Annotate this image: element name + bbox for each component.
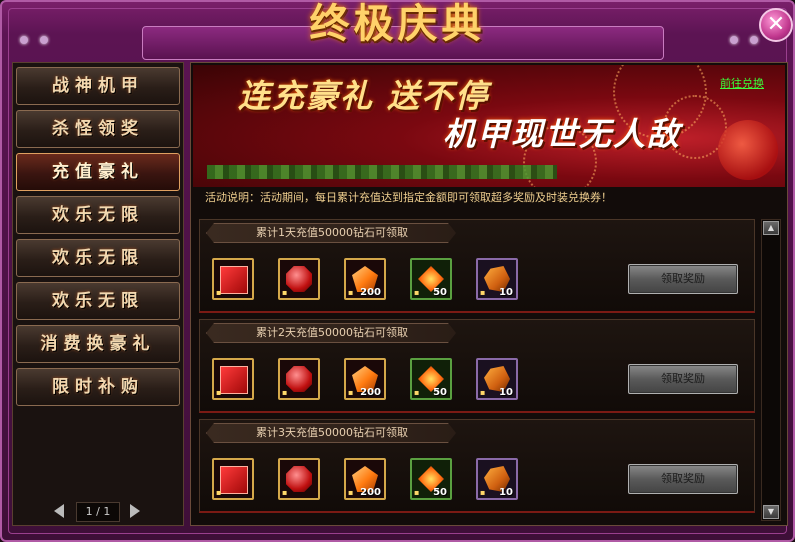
reward-item[interactable]: ▪ 200 bbox=[344, 258, 386, 300]
reward-item[interactable]: ▪ 200 bbox=[344, 358, 386, 400]
lock-icon: ▪ bbox=[480, 388, 486, 397]
sidebar-item-huanle-wuxian-1[interactable]: 欢乐无限 bbox=[16, 196, 180, 234]
scroll-down-icon[interactable]: ▼ bbox=[763, 505, 779, 519]
reward-item[interactable]: ▪ bbox=[278, 458, 320, 500]
reward-row: 累计3天充值50000钻石可领取 ▪ ▪ ▪ 200 ▪ 50 ▪ 10 领取奖励 bbox=[199, 419, 755, 513]
lock-icon: ▪ bbox=[480, 288, 486, 297]
sidebar-item-xianshi-bugou[interactable]: 限时补购 bbox=[16, 368, 180, 406]
lock-icon: ▪ bbox=[282, 288, 288, 297]
lock-icon: ▪ bbox=[282, 488, 288, 497]
sidebar-item-shaguai-lingjiang[interactable]: 杀怪领奖 bbox=[16, 110, 180, 148]
sidebar-item-zhanshen-jijia[interactable]: 战神机甲 bbox=[16, 67, 180, 105]
lock-icon: ▪ bbox=[216, 388, 222, 397]
red-gem-icon bbox=[286, 366, 312, 392]
sidebar-item-huanle-wuxian-3[interactable]: 欢乐无限 bbox=[16, 282, 180, 320]
item-quantity: 50 bbox=[433, 487, 447, 498]
claim-reward-button[interactable]: 领取奖励 bbox=[628, 464, 738, 494]
fashion-coupon-icon bbox=[220, 266, 248, 294]
item-quantity: 50 bbox=[433, 387, 447, 398]
sidebar-item-chongzhi-haoli[interactable]: 充值豪礼 bbox=[16, 153, 180, 191]
reward-item[interactable]: ▪ 50 bbox=[410, 458, 452, 500]
reward-row-header: 累计3天充值50000钻石可领取 bbox=[206, 423, 456, 443]
item-quantity: 200 bbox=[360, 487, 381, 498]
fashion-coupon-icon bbox=[220, 366, 248, 394]
red-gem-icon bbox=[286, 466, 312, 492]
lock-icon: ▪ bbox=[414, 388, 420, 397]
item-quantity: 10 bbox=[499, 287, 513, 298]
sidebar-pager: 1 / 1 bbox=[48, 502, 148, 522]
prev-page-icon[interactable] bbox=[54, 504, 64, 518]
lantern-decoration bbox=[718, 120, 778, 180]
reward-item[interactable]: ▪ bbox=[212, 458, 254, 500]
lock-icon: ▪ bbox=[348, 388, 354, 397]
reward-row: 累计2天充值50000钻石可领取 ▪ ▪ ▪ 200 ▪ 50 ▪ 10 领取奖励 bbox=[199, 319, 755, 413]
reward-item[interactable]: ▪ bbox=[278, 258, 320, 300]
reward-condition: 累计2天充值50000钻石可领取 bbox=[256, 326, 408, 339]
close-button[interactable]: ✕ bbox=[759, 8, 793, 42]
scroll-up-icon[interactable]: ▲ bbox=[763, 221, 779, 235]
lock-icon: ▪ bbox=[348, 288, 354, 297]
fashion-coupon-icon bbox=[220, 466, 248, 494]
reward-list: 累计1天充值50000钻石可领取 ▪ ▪ ▪ 200 ▪ 50 ▪ 10 领取奖励 累… bbox=[199, 219, 755, 519]
lock-icon: ▪ bbox=[348, 488, 354, 497]
lock-icon: ▪ bbox=[216, 288, 222, 297]
item-quantity: 10 bbox=[499, 487, 513, 498]
reward-item[interactable]: ▪ 10 bbox=[476, 258, 518, 300]
event-banner: 连充豪礼 送不停 机甲现世无人敌 前往兑换 bbox=[193, 65, 785, 187]
next-page-icon[interactable] bbox=[130, 504, 140, 518]
reward-item[interactable]: ▪ bbox=[212, 358, 254, 400]
red-gem-icon bbox=[286, 266, 312, 292]
window-title: 终极庆典 bbox=[309, 0, 486, 47]
claim-reward-button[interactable]: 领取奖励 bbox=[628, 364, 738, 394]
item-quantity: 50 bbox=[433, 287, 447, 298]
claim-reward-button[interactable]: 领取奖励 bbox=[628, 264, 738, 294]
reward-item[interactable]: ▪ 50 bbox=[410, 258, 452, 300]
page-indicator: 1 / 1 bbox=[76, 502, 120, 522]
item-quantity: 200 bbox=[360, 387, 381, 398]
lock-icon: ▪ bbox=[414, 488, 420, 497]
reward-item[interactable]: ▪ 10 bbox=[476, 358, 518, 400]
banner-slogan-bottom: 机甲现世无人敌 bbox=[443, 115, 682, 153]
lock-icon: ▪ bbox=[282, 388, 288, 397]
close-icon: ✕ bbox=[766, 12, 786, 37]
event-description: 活动说明：活动期间，每日累计充值达到指定金额即可领取超多奖励及时装兑换券！ bbox=[205, 191, 612, 204]
item-quantity: 10 bbox=[499, 387, 513, 398]
lock-icon: ▪ bbox=[216, 488, 222, 497]
lock-icon: ▪ bbox=[480, 488, 486, 497]
reward-row-header: 累计1天充值50000钻石可领取 bbox=[206, 223, 456, 243]
reward-item[interactable]: ▪ 10 bbox=[476, 458, 518, 500]
reward-item[interactable]: ▪ 200 bbox=[344, 458, 386, 500]
reward-row: 累计1天充值50000钻石可领取 ▪ ▪ ▪ 200 ▪ 50 ▪ 10 领取奖励 bbox=[199, 219, 755, 313]
sidebar: 战神机甲 杀怪领奖 充值豪礼 欢乐无限 欢乐无限 欢乐无限 消费换豪礼 限时补购 bbox=[12, 62, 184, 526]
reward-condition: 累计3天充值50000钻石可领取 bbox=[256, 426, 408, 439]
sidebar-item-huanle-wuxian-2[interactable]: 欢乐无限 bbox=[16, 239, 180, 277]
reward-item[interactable]: ▪ bbox=[278, 358, 320, 400]
reward-item[interactable]: ▪ bbox=[212, 258, 254, 300]
banner-decoration-bar bbox=[207, 165, 557, 179]
reward-item[interactable]: ▪ 50 bbox=[410, 358, 452, 400]
reward-scrollbar[interactable]: ▲ ▼ bbox=[761, 219, 781, 521]
lock-icon: ▪ bbox=[414, 288, 420, 297]
sidebar-item-xiaofei-huan-haoli[interactable]: 消费换豪礼 bbox=[16, 325, 180, 363]
reward-condition: 累计1天充值50000钻石可领取 bbox=[256, 226, 408, 239]
reward-row-header: 累计2天充值50000钻石可领取 bbox=[206, 323, 456, 343]
goto-exchange-link[interactable]: 前往兑换 bbox=[720, 75, 764, 91]
main-panel: 连充豪礼 送不停 机甲现世无人敌 前往兑换 活动说明：活动期间，每日累计充值达到… bbox=[190, 62, 788, 526]
item-quantity: 200 bbox=[360, 287, 381, 298]
